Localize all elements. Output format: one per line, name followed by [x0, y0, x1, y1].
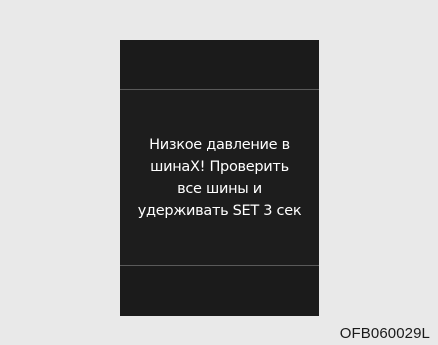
figure-frame: Низкое давление в шинаХ! Проверить все ш…	[0, 0, 438, 345]
warning-line-1: Низкое давление в	[149, 136, 290, 153]
warning-line-3: все шины и	[177, 180, 262, 197]
display-message-area: Низкое давление в шинаХ! Проверить все ш…	[120, 90, 319, 265]
tire-pressure-warning-message: Низкое давление в шинаХ! Проверить все ш…	[138, 134, 302, 222]
display-footer-area	[120, 266, 319, 316]
figure-code-label: OFB060029L	[339, 325, 430, 342]
warning-line-4: удерживать SET 3 сек	[137, 202, 302, 219]
display-header-area	[120, 40, 319, 88]
warning-line-2: шинаХ! Проверить	[150, 158, 289, 175]
instrument-cluster-display: Низкое давление в шинаХ! Проверить все ш…	[120, 40, 319, 316]
